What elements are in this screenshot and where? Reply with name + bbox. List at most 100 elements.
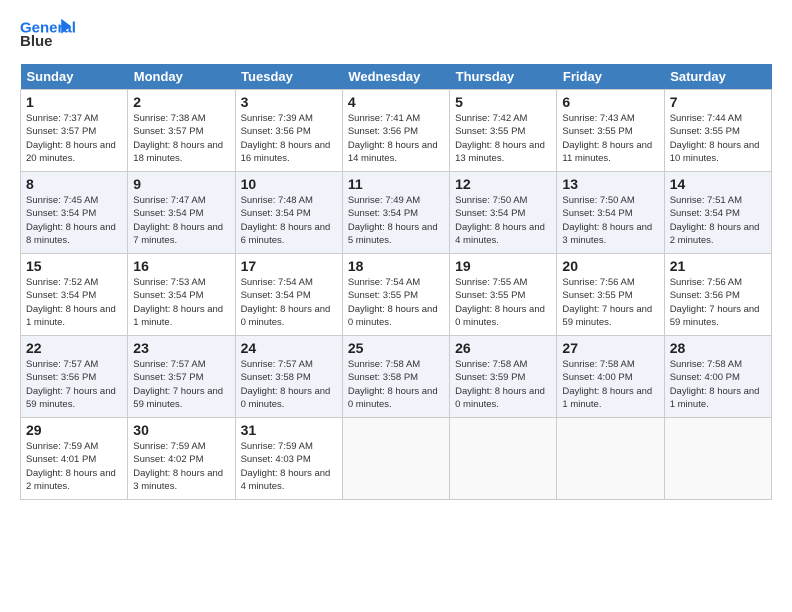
day-info: Sunrise: 7:59 AM Sunset: 4:03 PM Dayligh… bbox=[241, 440, 337, 493]
day-info: Sunrise: 7:49 AM Sunset: 3:54 PM Dayligh… bbox=[348, 194, 444, 247]
day-number: 5 bbox=[455, 94, 551, 110]
calendar-cell: 2 Sunrise: 7:38 AM Sunset: 3:57 PM Dayli… bbox=[128, 90, 235, 172]
day-number: 13 bbox=[562, 176, 658, 192]
day-info: Sunrise: 7:51 AM Sunset: 3:54 PM Dayligh… bbox=[670, 194, 766, 247]
day-number: 11 bbox=[348, 176, 444, 192]
col-header-monday: Monday bbox=[128, 64, 235, 90]
day-info: Sunrise: 7:39 AM Sunset: 3:56 PM Dayligh… bbox=[241, 112, 337, 165]
col-header-saturday: Saturday bbox=[664, 64, 771, 90]
calendar-cell: 4 Sunrise: 7:41 AM Sunset: 3:56 PM Dayli… bbox=[342, 90, 449, 172]
calendar-cell: 31 Sunrise: 7:59 AM Sunset: 4:03 PM Dayl… bbox=[235, 418, 342, 500]
calendar-cell: 27 Sunrise: 7:58 AM Sunset: 4:00 PM Dayl… bbox=[557, 336, 664, 418]
calendar-cell: 7 Sunrise: 7:44 AM Sunset: 3:55 PM Dayli… bbox=[664, 90, 771, 172]
day-info: Sunrise: 7:50 AM Sunset: 3:54 PM Dayligh… bbox=[455, 194, 551, 247]
calendar-cell: 13 Sunrise: 7:50 AM Sunset: 3:54 PM Dayl… bbox=[557, 172, 664, 254]
calendar-cell: 21 Sunrise: 7:56 AM Sunset: 3:56 PM Dayl… bbox=[664, 254, 771, 336]
day-info: Sunrise: 7:57 AM Sunset: 3:58 PM Dayligh… bbox=[241, 358, 337, 411]
day-number: 7 bbox=[670, 94, 766, 110]
calendar-cell: 18 Sunrise: 7:54 AM Sunset: 3:55 PM Dayl… bbox=[342, 254, 449, 336]
day-number: 28 bbox=[670, 340, 766, 356]
calendar-week-row: 1 Sunrise: 7:37 AM Sunset: 3:57 PM Dayli… bbox=[21, 90, 772, 172]
day-info: Sunrise: 7:57 AM Sunset: 3:56 PM Dayligh… bbox=[26, 358, 122, 411]
calendar-cell: 10 Sunrise: 7:48 AM Sunset: 3:54 PM Dayl… bbox=[235, 172, 342, 254]
calendar-cell: 29 Sunrise: 7:59 AM Sunset: 4:01 PM Dayl… bbox=[21, 418, 128, 500]
calendar-cell: 8 Sunrise: 7:45 AM Sunset: 3:54 PM Dayli… bbox=[21, 172, 128, 254]
calendar-cell: 16 Sunrise: 7:53 AM Sunset: 3:54 PM Dayl… bbox=[128, 254, 235, 336]
col-header-friday: Friday bbox=[557, 64, 664, 90]
calendar-cell: 19 Sunrise: 7:55 AM Sunset: 3:55 PM Dayl… bbox=[450, 254, 557, 336]
day-info: Sunrise: 7:37 AM Sunset: 3:57 PM Dayligh… bbox=[26, 112, 122, 165]
day-info: Sunrise: 7:48 AM Sunset: 3:54 PM Dayligh… bbox=[241, 194, 337, 247]
day-number: 2 bbox=[133, 94, 229, 110]
calendar-cell bbox=[342, 418, 449, 500]
day-number: 19 bbox=[455, 258, 551, 274]
day-number: 12 bbox=[455, 176, 551, 192]
day-info: Sunrise: 7:54 AM Sunset: 3:54 PM Dayligh… bbox=[241, 276, 337, 329]
day-number: 18 bbox=[348, 258, 444, 274]
calendar-cell: 24 Sunrise: 7:57 AM Sunset: 3:58 PM Dayl… bbox=[235, 336, 342, 418]
day-number: 20 bbox=[562, 258, 658, 274]
calendar-cell: 30 Sunrise: 7:59 AM Sunset: 4:02 PM Dayl… bbox=[128, 418, 235, 500]
day-info: Sunrise: 7:56 AM Sunset: 3:56 PM Dayligh… bbox=[670, 276, 766, 329]
day-number: 22 bbox=[26, 340, 122, 356]
day-number: 15 bbox=[26, 258, 122, 274]
day-info: Sunrise: 7:58 AM Sunset: 3:59 PM Dayligh… bbox=[455, 358, 551, 411]
col-header-tuesday: Tuesday bbox=[235, 64, 342, 90]
day-number: 17 bbox=[241, 258, 337, 274]
svg-text:Blue: Blue bbox=[20, 33, 53, 50]
day-number: 14 bbox=[670, 176, 766, 192]
calendar-cell: 5 Sunrise: 7:42 AM Sunset: 3:55 PM Dayli… bbox=[450, 90, 557, 172]
day-info: Sunrise: 7:47 AM Sunset: 3:54 PM Dayligh… bbox=[133, 194, 229, 247]
day-number: 6 bbox=[562, 94, 658, 110]
day-info: Sunrise: 7:55 AM Sunset: 3:55 PM Dayligh… bbox=[455, 276, 551, 329]
calendar-cell bbox=[557, 418, 664, 500]
day-number: 4 bbox=[348, 94, 444, 110]
calendar-cell: 6 Sunrise: 7:43 AM Sunset: 3:55 PM Dayli… bbox=[557, 90, 664, 172]
calendar-cell: 15 Sunrise: 7:52 AM Sunset: 3:54 PM Dayl… bbox=[21, 254, 128, 336]
day-info: Sunrise: 7:57 AM Sunset: 3:57 PM Dayligh… bbox=[133, 358, 229, 411]
calendar-cell: 3 Sunrise: 7:39 AM Sunset: 3:56 PM Dayli… bbox=[235, 90, 342, 172]
day-number: 29 bbox=[26, 422, 122, 438]
logo-icon: GeneralBlue bbox=[20, 16, 80, 56]
day-info: Sunrise: 7:59 AM Sunset: 4:01 PM Dayligh… bbox=[26, 440, 122, 493]
calendar-cell: 26 Sunrise: 7:58 AM Sunset: 3:59 PM Dayl… bbox=[450, 336, 557, 418]
calendar-cell: 11 Sunrise: 7:49 AM Sunset: 3:54 PM Dayl… bbox=[342, 172, 449, 254]
calendar-cell: 23 Sunrise: 7:57 AM Sunset: 3:57 PM Dayl… bbox=[128, 336, 235, 418]
calendar-cell bbox=[664, 418, 771, 500]
col-header-sunday: Sunday bbox=[21, 64, 128, 90]
day-number: 21 bbox=[670, 258, 766, 274]
day-number: 9 bbox=[133, 176, 229, 192]
day-info: Sunrise: 7:58 AM Sunset: 4:00 PM Dayligh… bbox=[562, 358, 658, 411]
day-number: 10 bbox=[241, 176, 337, 192]
day-info: Sunrise: 7:59 AM Sunset: 4:02 PM Dayligh… bbox=[133, 440, 229, 493]
day-info: Sunrise: 7:58 AM Sunset: 4:00 PM Dayligh… bbox=[670, 358, 766, 411]
day-info: Sunrise: 7:52 AM Sunset: 3:54 PM Dayligh… bbox=[26, 276, 122, 329]
calendar-week-row: 8 Sunrise: 7:45 AM Sunset: 3:54 PM Dayli… bbox=[21, 172, 772, 254]
day-info: Sunrise: 7:45 AM Sunset: 3:54 PM Dayligh… bbox=[26, 194, 122, 247]
day-number: 30 bbox=[133, 422, 229, 438]
calendar-cell: 14 Sunrise: 7:51 AM Sunset: 3:54 PM Dayl… bbox=[664, 172, 771, 254]
logo: GeneralBlue bbox=[20, 16, 84, 56]
calendar-cell: 22 Sunrise: 7:57 AM Sunset: 3:56 PM Dayl… bbox=[21, 336, 128, 418]
day-info: Sunrise: 7:56 AM Sunset: 3:55 PM Dayligh… bbox=[562, 276, 658, 329]
day-number: 24 bbox=[241, 340, 337, 356]
calendar-week-row: 29 Sunrise: 7:59 AM Sunset: 4:01 PM Dayl… bbox=[21, 418, 772, 500]
day-info: Sunrise: 7:53 AM Sunset: 3:54 PM Dayligh… bbox=[133, 276, 229, 329]
calendar-cell: 1 Sunrise: 7:37 AM Sunset: 3:57 PM Dayli… bbox=[21, 90, 128, 172]
calendar-cell bbox=[450, 418, 557, 500]
calendar-week-row: 22 Sunrise: 7:57 AM Sunset: 3:56 PM Dayl… bbox=[21, 336, 772, 418]
day-info: Sunrise: 7:41 AM Sunset: 3:56 PM Dayligh… bbox=[348, 112, 444, 165]
day-number: 1 bbox=[26, 94, 122, 110]
calendar-week-row: 15 Sunrise: 7:52 AM Sunset: 3:54 PM Dayl… bbox=[21, 254, 772, 336]
calendar-cell: 28 Sunrise: 7:58 AM Sunset: 4:00 PM Dayl… bbox=[664, 336, 771, 418]
calendar-cell: 12 Sunrise: 7:50 AM Sunset: 3:54 PM Dayl… bbox=[450, 172, 557, 254]
col-header-wednesday: Wednesday bbox=[342, 64, 449, 90]
day-info: Sunrise: 7:50 AM Sunset: 3:54 PM Dayligh… bbox=[562, 194, 658, 247]
day-info: Sunrise: 7:44 AM Sunset: 3:55 PM Dayligh… bbox=[670, 112, 766, 165]
day-info: Sunrise: 7:38 AM Sunset: 3:57 PM Dayligh… bbox=[133, 112, 229, 165]
day-number: 25 bbox=[348, 340, 444, 356]
calendar-cell: 20 Sunrise: 7:56 AM Sunset: 3:55 PM Dayl… bbox=[557, 254, 664, 336]
calendar-table: SundayMondayTuesdayWednesdayThursdayFrid… bbox=[20, 64, 772, 500]
calendar-cell: 17 Sunrise: 7:54 AM Sunset: 3:54 PM Dayl… bbox=[235, 254, 342, 336]
calendar-cell: 25 Sunrise: 7:58 AM Sunset: 3:58 PM Dayl… bbox=[342, 336, 449, 418]
